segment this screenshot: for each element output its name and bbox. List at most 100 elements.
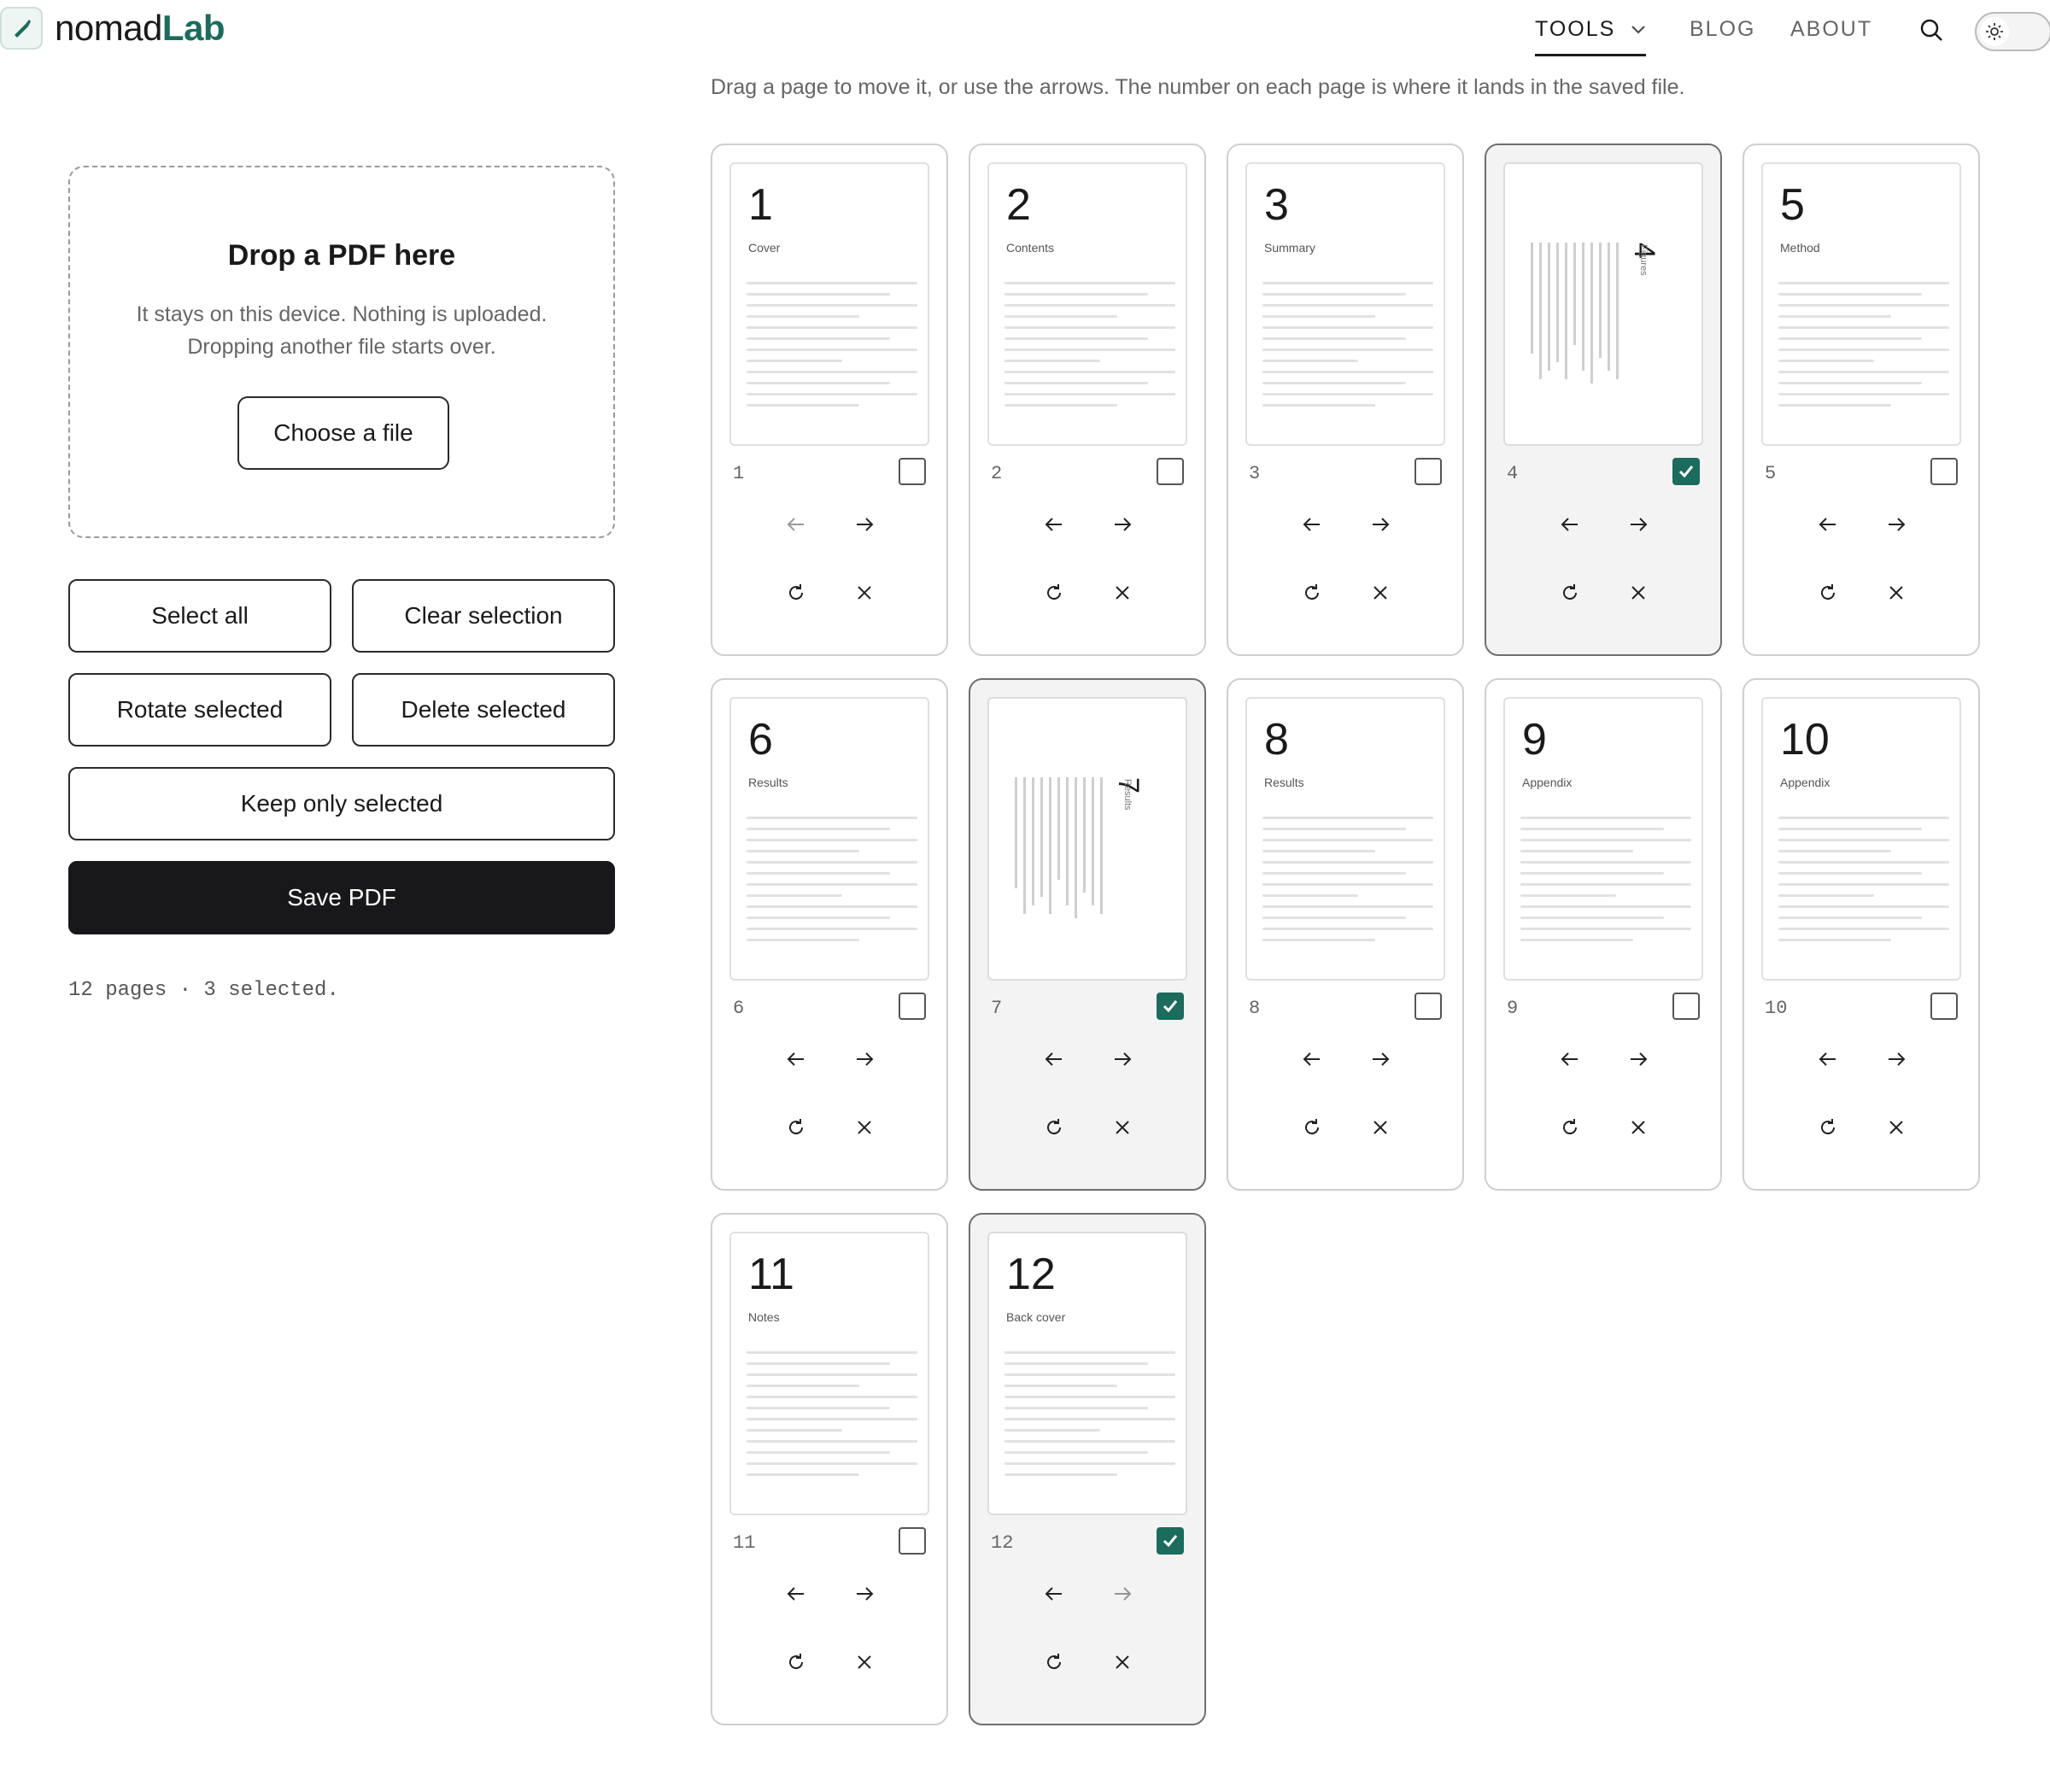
move-right-icon[interactable] xyxy=(847,507,882,542)
page-select-checkbox[interactable] xyxy=(899,458,926,485)
page-card[interactable]: 10 Appendix 10 xyxy=(1742,678,1980,1191)
choose-file-button[interactable]: Choose a file xyxy=(237,396,449,470)
move-right-icon[interactable] xyxy=(1363,507,1397,542)
move-left-icon[interactable] xyxy=(779,507,813,542)
page-select-checkbox[interactable] xyxy=(1157,458,1184,485)
delete-icon[interactable] xyxy=(847,576,882,610)
theme-toggle[interactable] xyxy=(1975,12,2050,51)
page-select-checkbox[interactable] xyxy=(1157,993,1184,1020)
move-left-icon[interactable] xyxy=(1295,1042,1329,1076)
page-select-checkbox[interactable] xyxy=(1672,993,1700,1020)
page-select-checkbox[interactable] xyxy=(1930,458,1958,485)
move-right-icon[interactable] xyxy=(1105,1042,1139,1076)
page-select-checkbox[interactable] xyxy=(899,1527,926,1555)
move-right-icon[interactable] xyxy=(847,1577,882,1611)
page-select-checkbox[interactable] xyxy=(1157,1527,1184,1555)
page-select-checkbox[interactable] xyxy=(1672,458,1700,485)
move-right-icon[interactable] xyxy=(1105,1577,1139,1611)
page-select-checkbox[interactable] xyxy=(1414,458,1442,485)
page-select-checkbox[interactable] xyxy=(1930,993,1958,1020)
nav-tools[interactable]: TOOLS xyxy=(1535,17,1647,56)
move-left-icon[interactable] xyxy=(1037,507,1071,542)
page-card[interactable]: 5 Method 5 xyxy=(1742,143,1980,656)
page-thumbnail[interactable]: 8 Results xyxy=(1245,697,1445,981)
move-left-icon[interactable] xyxy=(1295,507,1329,542)
pdf-dropzone[interactable]: Drop a PDF here It stays on this device.… xyxy=(68,166,615,538)
page-thumbnail[interactable]: 11 Notes xyxy=(729,1232,929,1515)
page-thumbnail[interactable]: 1 Cover xyxy=(729,162,929,446)
page-thumbnail[interactable]: 7 Results xyxy=(987,697,1187,981)
page-card[interactable]: 7 Results 7 xyxy=(969,678,1206,1191)
move-left-icon[interactable] xyxy=(1811,507,1845,542)
page-card[interactable]: 12 Back cover 12 xyxy=(969,1213,1206,1725)
rotate-icon[interactable] xyxy=(1811,576,1845,610)
move-left-icon[interactable] xyxy=(779,1577,813,1611)
page-thumbnail[interactable]: 4 Figures xyxy=(1503,162,1703,446)
move-right-icon[interactable] xyxy=(1621,1042,1655,1076)
move-right-icon[interactable] xyxy=(1363,1042,1397,1076)
page-select-checkbox[interactable] xyxy=(1414,993,1442,1020)
rotate-icon[interactable] xyxy=(1037,576,1071,610)
rotate-icon[interactable] xyxy=(1553,1110,1587,1145)
rotate-icon[interactable] xyxy=(1037,1110,1071,1145)
nav-about[interactable]: ABOUT xyxy=(1790,17,1872,42)
move-right-icon[interactable] xyxy=(1879,507,1913,542)
brand-logo[interactable]: nomadLab xyxy=(0,7,226,50)
delete-icon[interactable] xyxy=(847,1645,882,1679)
page-thumbnail[interactable]: 12 Back cover xyxy=(987,1232,1187,1515)
page-position: 11 xyxy=(733,1532,756,1554)
rotate-icon[interactable] xyxy=(779,576,813,610)
delete-icon[interactable] xyxy=(1105,1110,1139,1145)
delete-icon[interactable] xyxy=(1621,576,1655,610)
delete-icon[interactable] xyxy=(847,1110,882,1145)
page-card[interactable]: 9 Appendix 9 xyxy=(1485,678,1722,1191)
clear-selection-button[interactable]: Clear selection xyxy=(352,579,615,653)
delete-icon[interactable] xyxy=(1621,1110,1655,1145)
delete-selected-button[interactable]: Delete selected xyxy=(352,673,615,747)
page-select-checkbox[interactable] xyxy=(899,993,926,1020)
save-pdf-button[interactable]: Save PDF xyxy=(68,861,615,934)
move-right-icon[interactable] xyxy=(1879,1042,1913,1076)
rotate-icon[interactable] xyxy=(779,1110,813,1145)
delete-icon[interactable] xyxy=(1879,1110,1913,1145)
page-thumbnail[interactable]: 10 Appendix xyxy=(1761,697,1961,981)
move-left-icon[interactable] xyxy=(1037,1042,1071,1076)
delete-icon[interactable] xyxy=(1363,1110,1397,1145)
page-card[interactable]: 2 Contents 2 xyxy=(969,143,1206,656)
page-card[interactable]: 8 Results 8 xyxy=(1227,678,1464,1191)
page-thumbnail[interactable]: 6 Results xyxy=(729,697,929,981)
move-left-icon[interactable] xyxy=(1553,1042,1587,1076)
page-card[interactable]: 6 Results 6 xyxy=(711,678,948,1191)
delete-icon[interactable] xyxy=(1105,1645,1139,1679)
move-right-icon[interactable] xyxy=(1621,507,1655,542)
rotate-icon[interactable] xyxy=(779,1645,813,1679)
delete-icon[interactable] xyxy=(1105,576,1139,610)
move-right-icon[interactable] xyxy=(1105,507,1139,542)
page-thumbnail[interactable]: 3 Summary xyxy=(1245,162,1445,446)
page-thumbnail[interactable]: 5 Method xyxy=(1761,162,1961,446)
move-left-icon[interactable] xyxy=(1037,1577,1071,1611)
rotate-icon[interactable] xyxy=(1811,1110,1845,1145)
page-card[interactable]: 3 Summary 3 xyxy=(1227,143,1464,656)
page-thumbnail[interactable]: 9 Appendix xyxy=(1503,697,1703,981)
page-card[interactable]: 4 Figures 4 xyxy=(1485,143,1722,656)
search-icon[interactable] xyxy=(1917,15,1946,44)
page-card[interactable]: 1 Cover 1 xyxy=(711,143,948,656)
rotate-selected-button[interactable]: Rotate selected xyxy=(68,673,331,747)
move-left-icon[interactable] xyxy=(1553,507,1587,542)
page-thumbnail[interactable]: 2 Contents xyxy=(987,162,1187,446)
delete-icon[interactable] xyxy=(1363,576,1397,610)
select-all-button[interactable]: Select all xyxy=(68,579,331,653)
nav-blog[interactable]: BLOG xyxy=(1690,17,1755,42)
rotate-icon[interactable] xyxy=(1295,1110,1329,1145)
text-line xyxy=(1520,916,1664,919)
move-left-icon[interactable] xyxy=(779,1042,813,1076)
page-card[interactable]: 11 Notes 11 xyxy=(711,1213,948,1725)
move-left-icon[interactable] xyxy=(1811,1042,1845,1076)
move-right-icon[interactable] xyxy=(847,1042,882,1076)
rotate-icon[interactable] xyxy=(1295,576,1329,610)
keep-only-selected-button[interactable]: Keep only selected xyxy=(68,767,615,840)
rotate-icon[interactable] xyxy=(1553,576,1587,610)
rotate-icon[interactable] xyxy=(1037,1645,1071,1679)
delete-icon[interactable] xyxy=(1879,576,1913,610)
